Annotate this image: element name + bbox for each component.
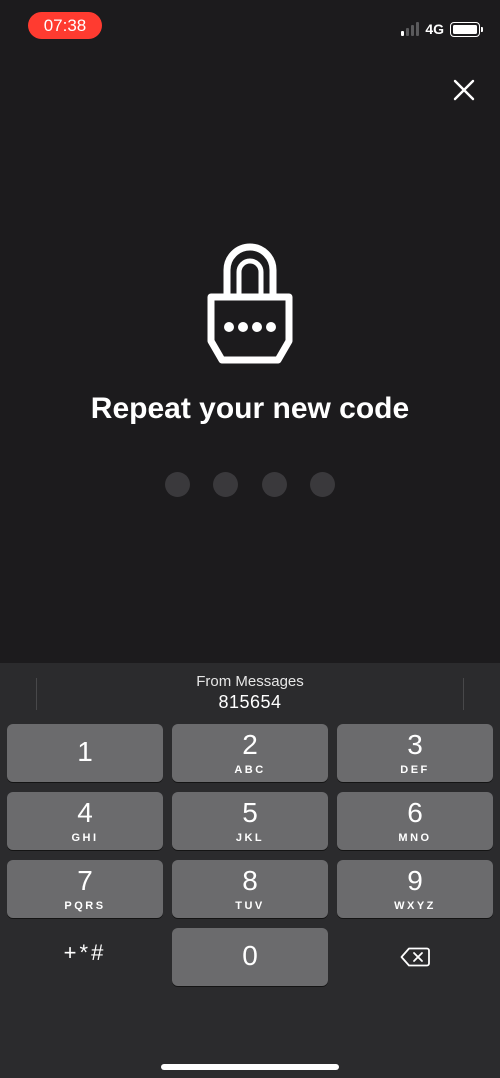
- backspace-icon: [400, 947, 430, 967]
- key-9[interactable]: 9 WXYZ: [337, 860, 493, 918]
- key-digit: 2: [242, 729, 258, 760]
- key-7[interactable]: 7 PQRS: [7, 860, 163, 918]
- code-dot: [213, 472, 239, 497]
- key-digit: 0: [242, 940, 258, 971]
- key-letters: DEF: [400, 764, 430, 776]
- code-dot: [261, 472, 287, 497]
- key-digit: 6: [407, 797, 423, 828]
- key-digit: 8: [242, 865, 258, 896]
- key-letters: PQRS: [64, 900, 106, 912]
- suggestion-source: From Messages: [196, 673, 304, 690]
- key-digit: 9: [407, 865, 423, 896]
- key-6[interactable]: 6 MNO: [337, 792, 493, 850]
- key-3[interactable]: 3 DEF: [337, 724, 493, 782]
- symbols-key[interactable]: +*#: [7, 924, 163, 982]
- battery-icon: [450, 21, 483, 37]
- delete-key[interactable]: [337, 928, 493, 986]
- key-digit: 4: [77, 797, 93, 828]
- network-type: 4G: [425, 21, 444, 37]
- key-letters: MNO: [398, 832, 432, 844]
- key-digit: 3: [407, 729, 423, 760]
- suggestion-code: 815654: [218, 692, 282, 712]
- key-letters: ABC: [234, 764, 266, 776]
- key-letters: TUV: [235, 900, 265, 912]
- status-indicators: 4G: [401, 20, 483, 38]
- close-icon: [453, 79, 475, 101]
- cellular-signal-icon: [401, 22, 420, 36]
- close-button[interactable]: [448, 74, 480, 106]
- code-dot: [165, 472, 190, 497]
- symbols-label: +*#: [63, 940, 107, 965]
- key-5[interactable]: 5 JKL: [172, 792, 328, 850]
- key-letters: WXYZ: [394, 900, 436, 912]
- key-0[interactable]: 0: [172, 928, 328, 986]
- status-bar: 07:38 4G: [0, 0, 500, 52]
- home-indicator[interactable]: [161, 1064, 339, 1070]
- page-title: Repeat your new code: [90, 392, 410, 425]
- key-2[interactable]: 2 ABC: [172, 724, 328, 782]
- key-digit: 7: [77, 865, 93, 896]
- key-1[interactable]: 1: [7, 724, 163, 782]
- status-time[interactable]: 07:38: [28, 12, 102, 39]
- key-8[interactable]: 8 TUV: [172, 860, 328, 918]
- code-dots: [165, 472, 335, 497]
- key-4[interactable]: 4 GHI: [7, 792, 163, 850]
- key-digit: 1: [77, 736, 93, 767]
- key-letters: GHI: [71, 832, 99, 844]
- autofill-code-suggestion[interactable]: From Messages 815654: [0, 673, 500, 713]
- numeric-keyboard: From Messages 815654 1 2 ABC 3 DEF 4 GHI…: [0, 663, 500, 1078]
- key-letters: JKL: [235, 832, 265, 844]
- padlock-icon: [207, 243, 293, 364]
- code-dot: [309, 472, 335, 497]
- autofill-suggestion-bar: From Messages 815654: [0, 663, 500, 719]
- key-digit: 5: [242, 797, 258, 828]
